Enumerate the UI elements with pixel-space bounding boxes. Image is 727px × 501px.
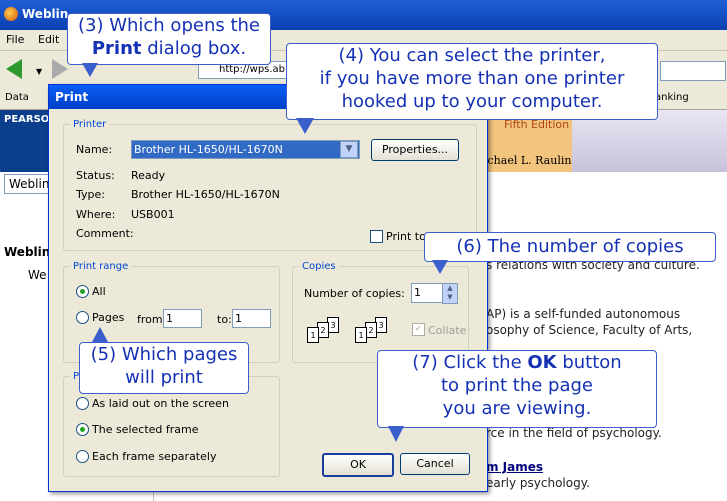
copies-input[interactable]: 1 bbox=[411, 283, 445, 303]
to-label: to: bbox=[217, 313, 232, 326]
cancel-button[interactable]: Cancel bbox=[400, 453, 470, 475]
number-of-copies-label: Number of copies: bbox=[304, 287, 405, 300]
callout-step-5: (5) Which pages will print bbox=[79, 342, 249, 394]
callout-5-pointer bbox=[92, 327, 108, 342]
where-value: USB001 bbox=[131, 208, 175, 221]
publisher-name: PEARSO bbox=[4, 114, 50, 125]
back-dropdown-icon[interactable]: ▼ bbox=[36, 67, 42, 76]
from-input[interactable]: 1 bbox=[163, 309, 202, 328]
copies-label: Copies bbox=[302, 261, 336, 272]
collated-pages-icon: 321 bbox=[355, 317, 397, 351]
callout-4-line1: (4) You can select the printer, bbox=[338, 45, 606, 66]
pearson-logo: PEARSO bbox=[0, 110, 50, 172]
where-label: Where: bbox=[76, 208, 116, 221]
callout-step-3: (3) Which opens the Print dialog box. bbox=[67, 13, 271, 65]
all-label: All bbox=[92, 285, 106, 298]
collate-label: Collate bbox=[428, 324, 467, 337]
callout-7-post: button bbox=[556, 352, 622, 373]
page-text: early psychology. bbox=[486, 476, 590, 490]
frame-option-radio[interactable] bbox=[76, 450, 89, 463]
callout-5-line2: will print bbox=[125, 367, 203, 388]
callout-5-line1: (5) Which pages bbox=[90, 344, 238, 365]
status-value: Ready bbox=[131, 169, 166, 182]
callout-3-pointer bbox=[82, 63, 98, 77]
pages-radio[interactable] bbox=[76, 311, 89, 324]
print-dialog: Print Printer Name: Brother HL-1650/HL-1… bbox=[48, 84, 488, 492]
printer-name-label: Name: bbox=[76, 143, 113, 156]
page-heading: Weblin bbox=[4, 245, 51, 259]
printer-name-select[interactable]: Brother HL-1650/HL-1670N bbox=[131, 140, 360, 159]
back-arrow-icon[interactable] bbox=[6, 59, 22, 79]
chevron-down-icon[interactable]: ▼ bbox=[340, 141, 358, 158]
callout-4-pointer bbox=[296, 118, 314, 134]
callout-7-line3: you are viewing. bbox=[442, 398, 592, 419]
search-box[interactable] bbox=[660, 61, 726, 81]
browser-title: Weblin bbox=[22, 7, 69, 21]
to-input[interactable]: 1 bbox=[232, 309, 271, 328]
book-author: ichael L. Raulin bbox=[484, 154, 572, 167]
callout-7-pre: (7) Click the bbox=[412, 352, 528, 373]
bookmark-item[interactable]: Data bbox=[5, 92, 29, 103]
comment-label: Comment: bbox=[76, 227, 134, 240]
menu-edit[interactable]: Edit bbox=[38, 33, 59, 46]
frame-option-label: Each frame separately bbox=[92, 450, 217, 463]
ok-button[interactable]: OK bbox=[322, 453, 394, 477]
callout-3-line2: Print dialog box. bbox=[68, 37, 270, 60]
callout-step-7: (7) Click the OK button to print the pag… bbox=[377, 350, 657, 428]
type-value: Brother HL-1650/HL-1670N bbox=[131, 188, 280, 201]
all-radio[interactable] bbox=[76, 285, 89, 298]
printer-group-label: Printer bbox=[73, 119, 107, 130]
from-label: from: bbox=[137, 313, 167, 326]
callout-7-line2: to print the page bbox=[440, 375, 594, 396]
frame-option-label: The selected frame bbox=[92, 423, 199, 436]
properties-button[interactable]: Properties... bbox=[371, 139, 459, 161]
callout-step-6: (6) The number of copies bbox=[424, 232, 716, 262]
forward-arrow-icon[interactable] bbox=[52, 59, 68, 79]
pages-label: Pages bbox=[92, 311, 125, 324]
copies-spinner-icon[interactable]: ▲ ▼ bbox=[442, 283, 458, 304]
print-to-file-checkbox[interactable] bbox=[370, 230, 383, 243]
callout-6-pointer bbox=[432, 260, 448, 274]
status-label: Status: bbox=[76, 169, 115, 182]
callout-3-bold: Print bbox=[91, 38, 142, 59]
frame-option-label: As laid out on the screen bbox=[92, 397, 229, 410]
callout-3-line1: (3) Which opens the bbox=[77, 15, 260, 36]
uncollated-pages-icon: 321 bbox=[307, 317, 349, 351]
page-link[interactable]: m James bbox=[486, 460, 543, 474]
print-range-label: Print range bbox=[73, 261, 129, 272]
frame-option-radio-selected[interactable] bbox=[76, 423, 89, 436]
callout-3-rest: dialog box. bbox=[141, 38, 247, 59]
callout-7-line1: (7) Click the OK button bbox=[378, 351, 656, 374]
callout-step-4: (4) You can select the printer, if you h… bbox=[286, 43, 658, 120]
page-text: AP) is a self-funded autonomous bbox=[486, 307, 681, 321]
type-label: Type: bbox=[76, 188, 105, 201]
frame-option-radio[interactable] bbox=[76, 397, 89, 410]
dialog-title: Print bbox=[55, 90, 89, 104]
callout-4-line2: if you have more than one printer bbox=[319, 68, 625, 89]
page-text: osophy of Science, Faculty of Arts, bbox=[486, 323, 693, 337]
firefox-icon bbox=[4, 7, 18, 21]
page-text: rce in the field of psychology. bbox=[486, 426, 662, 440]
bookmark-item-right[interactable]: anking bbox=[655, 92, 689, 103]
callout-7-pointer bbox=[388, 426, 404, 442]
page-intro: We bbox=[28, 268, 47, 282]
menu-file[interactable]: File bbox=[6, 33, 24, 46]
collate-checkbox[interactable]: ✓ bbox=[412, 323, 425, 336]
callout-7-bold: OK bbox=[527, 352, 557, 373]
callout-4-line3: hooked up to your computer. bbox=[341, 91, 603, 112]
